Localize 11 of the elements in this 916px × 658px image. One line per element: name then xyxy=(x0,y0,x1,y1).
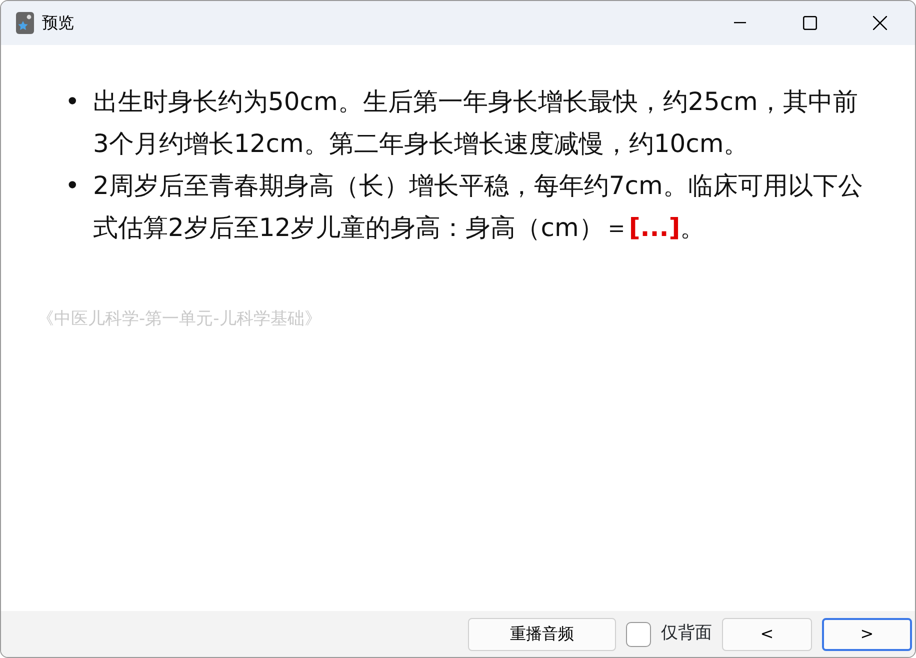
back-only-checkbox[interactable] xyxy=(626,622,651,646)
previous-button[interactable]: < xyxy=(722,618,812,650)
window-title: 预览 xyxy=(42,12,74,34)
bullet-text: 出生时身长约为50cm。生后第一年身长增长最快，约25cm，其中前3个月约增长12cm。第二年身长增长速度减慢，约10cm。 xyxy=(93,86,859,160)
next-button[interactable]: > xyxy=(822,618,912,650)
checkbox-label: 仅背面 xyxy=(661,622,712,646)
bullet-marker: • xyxy=(65,170,81,202)
bullet-marker: • xyxy=(65,86,81,118)
bullet-text: 2周岁后至青春期身高（长）增长平稳，每年约7cm。临床可用以下公式估算2岁后至12岁儿童的身高：身高（cm）＝[...]。 xyxy=(93,170,864,244)
app-icon xyxy=(16,12,34,34)
replay-audio-button[interactable]: 重播音频 xyxy=(468,618,616,650)
